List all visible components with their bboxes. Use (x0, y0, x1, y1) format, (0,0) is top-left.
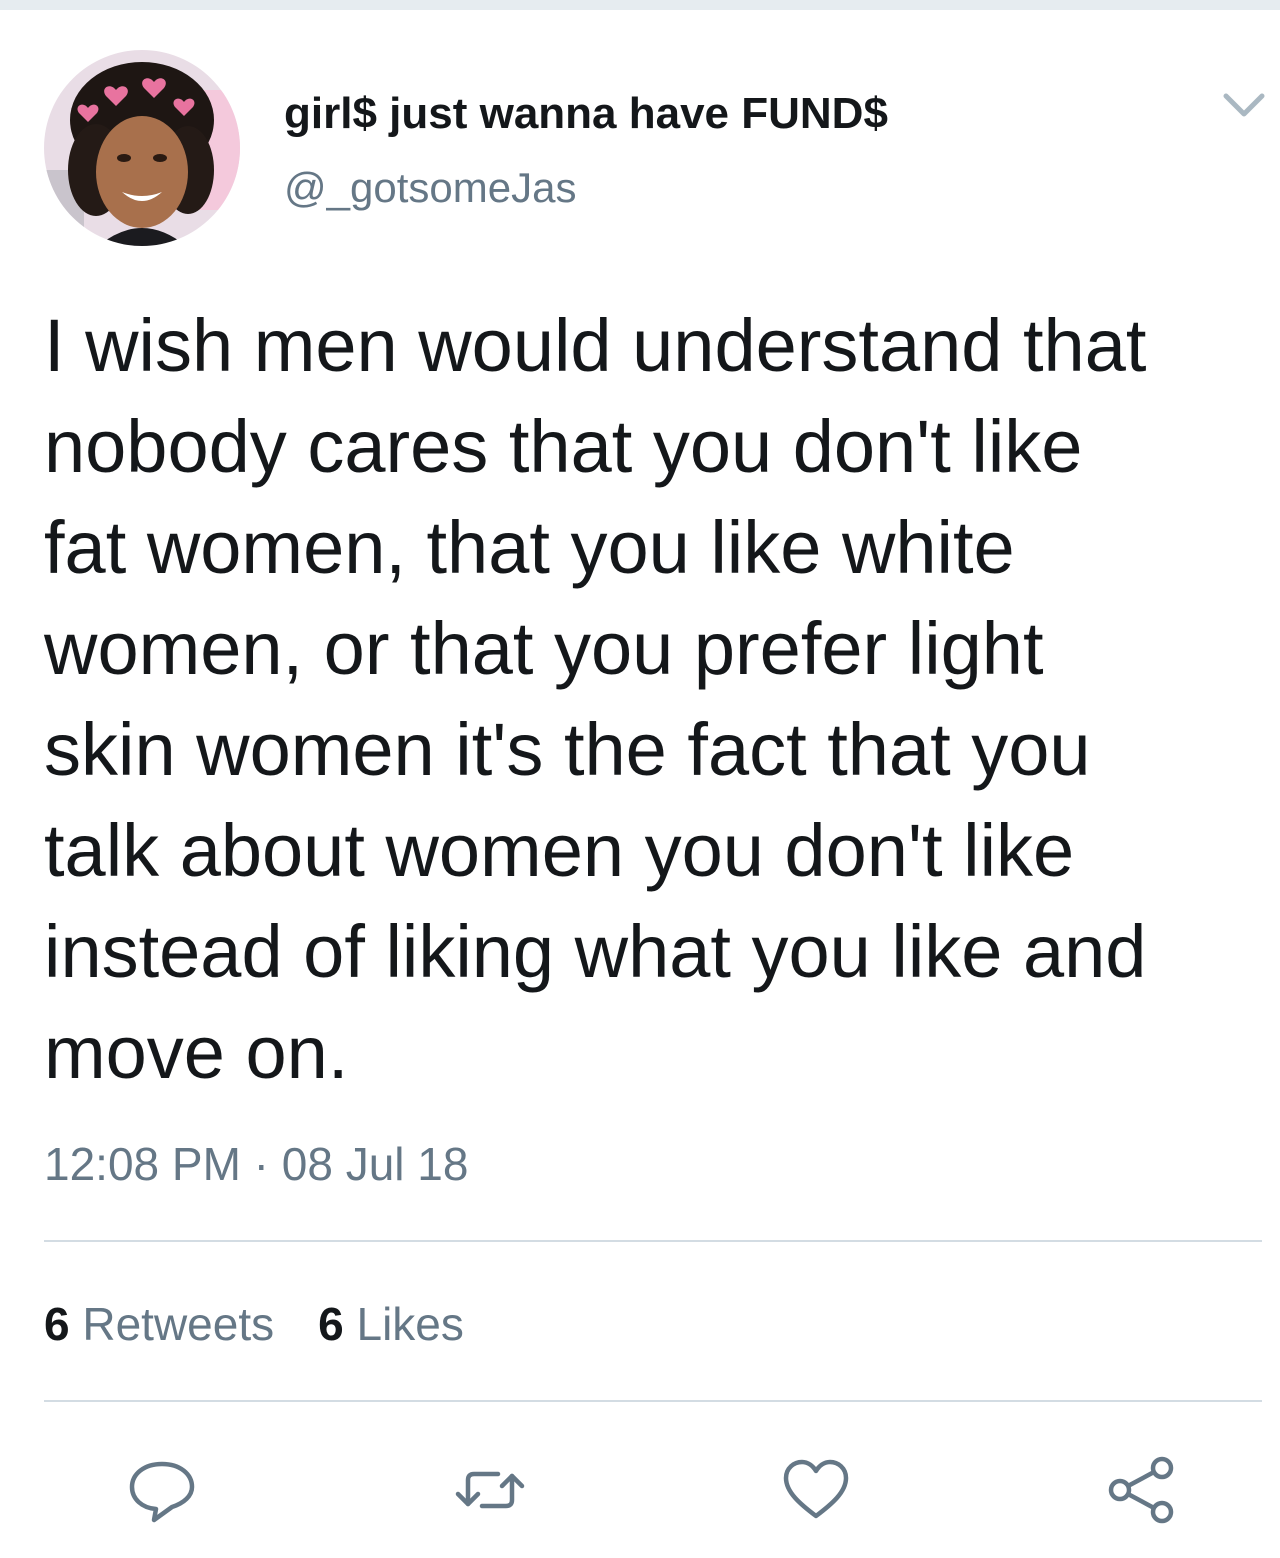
retweet-button[interactable] (452, 1452, 528, 1528)
share-nodes-icon (1108, 1456, 1174, 1524)
retweets-label: Retweets (82, 1298, 275, 1350)
likes-count: 6 (318, 1298, 344, 1350)
reply-button[interactable] (124, 1452, 200, 1528)
chevron-down-icon (1223, 93, 1265, 117)
likes-stat[interactable]: 6 Likes (318, 1294, 464, 1354)
author-display-name[interactable]: girl$ just wanna have FUND$ (284, 84, 888, 144)
speech-bubble-icon (129, 1461, 195, 1523)
divider (44, 1400, 1262, 1402)
avatar[interactable] (44, 50, 240, 246)
tweet-menu-button[interactable] (1222, 88, 1266, 124)
tweet-text: I wish men would understand that nobody … (44, 304, 1147, 1094)
tweet-timestamp[interactable]: 12:08 PM · 08 Jul 18 (44, 1134, 468, 1194)
likes-label: Likes (356, 1298, 464, 1350)
profile-photo-icon (44, 50, 240, 246)
retweet-arrows-icon (455, 1471, 525, 1509)
retweets-count: 6 (44, 1298, 70, 1350)
divider (44, 1240, 1262, 1242)
heart-icon (783, 1459, 849, 1519)
share-button[interactable] (1104, 1452, 1180, 1528)
author-handle[interactable]: @_gotsomeJas (284, 160, 576, 216)
top-divider (0, 0, 1280, 10)
retweets-stat[interactable]: 6 Retweets (44, 1294, 274, 1354)
tweet-stats: 6 Retweets 6 Likes (44, 1294, 508, 1354)
like-button[interactable] (778, 1452, 854, 1528)
